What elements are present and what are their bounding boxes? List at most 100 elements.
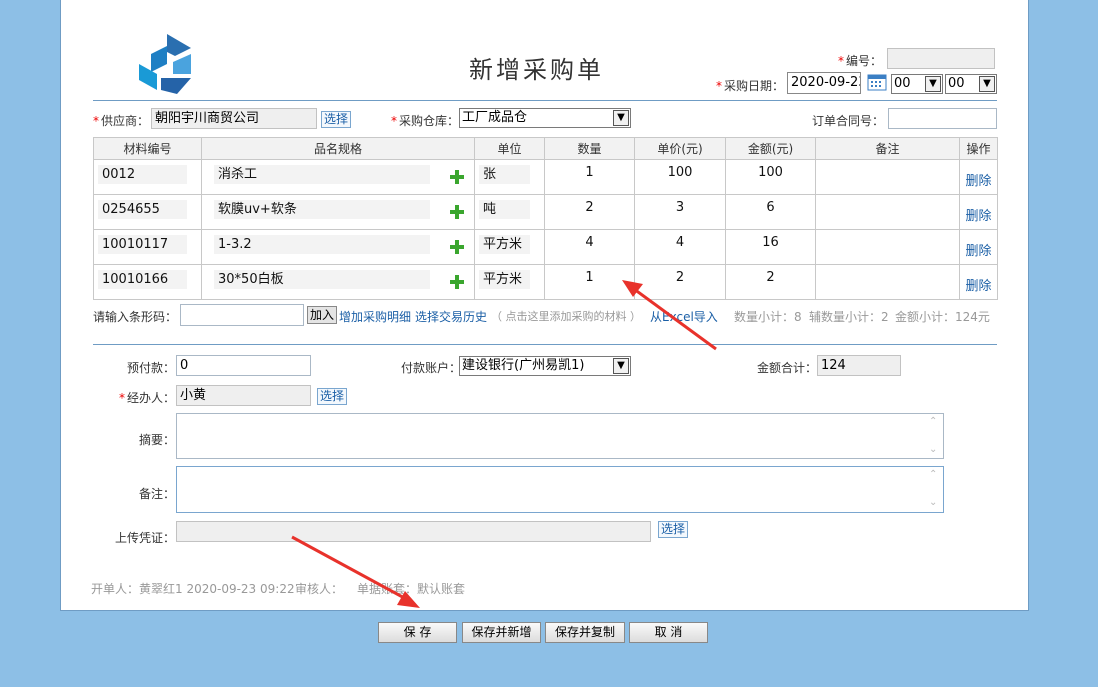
price-cell[interactable]: 100 — [634, 159, 726, 195]
divider — [93, 100, 997, 101]
price-cell[interactable]: 2 — [634, 264, 726, 300]
col-header-amount: 金额(元) — [725, 137, 816, 160]
chevron-down-icon: ▼ — [925, 76, 941, 92]
code-cell[interactable]: 10010117 — [93, 229, 202, 265]
handler-field[interactable]: 小黄 — [176, 385, 311, 406]
total-amount-label: 金额合计： — [757, 361, 818, 375]
table-row: 0012 消杀工 张 1 100 100 删除 — [93, 159, 998, 195]
warehouse-select[interactable]: 工厂成品仓 ▼ — [459, 108, 631, 128]
table-row: 10010166 30*50白板 平方米 1 2 2 删除 — [93, 264, 998, 300]
save-and-new-button[interactable]: 保存并新增 — [462, 622, 541, 643]
supplier-field[interactable]: 朝阳宇川商贸公司 — [151, 108, 317, 129]
col-header-qty: 数量 — [544, 137, 635, 160]
payment-account-label: 付款账户： — [401, 361, 462, 375]
history-link[interactable]: 选择交易历史 — [415, 308, 487, 325]
note-cell[interactable] — [815, 159, 960, 195]
scroll-down-icon[interactable]: ⌄ — [929, 444, 941, 455]
delete-link[interactable]: 删除 — [959, 229, 998, 265]
add-icon[interactable] — [450, 170, 464, 184]
upload-field[interactable] — [176, 521, 651, 542]
amount-cell: 6 — [725, 194, 816, 230]
price-cell[interactable]: 3 — [634, 194, 726, 230]
note-cell[interactable] — [815, 229, 960, 265]
handler-label: * 经办人： — [119, 391, 176, 405]
summary-textarea[interactable]: ⌃ ⌄ — [176, 413, 944, 459]
unit-cell[interactable]: 平方米 — [474, 229, 545, 265]
aux-qty-subtotal: 辅数量小计：2 — [809, 310, 889, 324]
qty-cell[interactable]: 1 — [544, 159, 635, 195]
delete-link[interactable]: 删除 — [959, 159, 998, 195]
note-cell[interactable] — [815, 264, 960, 300]
scroll-down-icon[interactable]: ⌄ — [929, 497, 941, 508]
chevron-down-icon: ▼ — [613, 358, 629, 374]
unit-cell[interactable]: 吨 — [474, 194, 545, 230]
upload-select-button[interactable]: 选择 — [658, 521, 689, 538]
payment-account-select[interactable]: 建设银行(广州易凯1) ▼ — [459, 356, 631, 376]
amount-cell: 2 — [725, 264, 816, 300]
chevron-down-icon: ▼ — [613, 110, 629, 126]
calendar-icon[interactable] — [867, 73, 887, 91]
save-button[interactable]: 保 存 — [378, 622, 457, 643]
qty-cell[interactable]: 4 — [544, 229, 635, 265]
note-cell[interactable] — [815, 194, 960, 230]
prepay-field[interactable]: 0 — [176, 355, 311, 376]
add-icon[interactable] — [450, 275, 464, 289]
unit-cell[interactable]: 张 — [474, 159, 545, 195]
remark-textarea[interactable]: ⌃ ⌄ — [176, 466, 944, 513]
add-hint: （ 点击这里添加采购的材料 ） — [491, 310, 641, 323]
summary-label: 摘要： — [139, 433, 176, 447]
amount-subtotal: 金额小计：124元 — [895, 310, 990, 324]
reviewer-info: 审核人： — [295, 582, 344, 596]
name-cell[interactable]: 软膜uv+软条 — [201, 194, 475, 230]
warehouse-label: * 采购仓库： — [391, 114, 460, 128]
delete-link[interactable]: 删除 — [959, 194, 998, 230]
code-cell[interactable]: 0012 — [93, 159, 202, 195]
code-cell[interactable]: 10010166 — [93, 264, 202, 300]
delete-link[interactable]: 删除 — [959, 264, 998, 300]
col-header-note: 备注 — [815, 137, 960, 160]
total-amount-field: 124 — [817, 355, 901, 376]
hour-select[interactable]: 00 ▼ — [891, 74, 943, 94]
name-cell[interactable]: 消杀工 — [201, 159, 475, 195]
chevron-down-icon: ▼ — [979, 76, 995, 92]
barcode-input[interactable] — [180, 304, 304, 326]
name-cell[interactable]: 1-3.2 — [201, 229, 475, 265]
save-and-copy-button[interactable]: 保存并复制 — [545, 622, 625, 643]
add-detail-link[interactable]: 增加采购明细 — [339, 308, 411, 325]
col-header-unit: 单位 — [474, 137, 545, 160]
col-header-code: 材料编号 — [93, 137, 202, 160]
supplier-select-button[interactable]: 选择 — [321, 111, 352, 128]
col-header-name: 品名规格 — [201, 137, 475, 160]
ledger-info: 单据账套：默认账套 — [357, 582, 466, 596]
prepay-label: 预付款： — [127, 361, 176, 375]
unit-cell[interactable]: 平方米 — [474, 264, 545, 300]
price-cell[interactable]: 4 — [634, 229, 726, 265]
code-cell[interactable]: 0254655 — [93, 194, 202, 230]
divider — [93, 344, 997, 345]
name-cell[interactable]: 30*50白板 — [201, 264, 475, 300]
handler-select-button[interactable]: 选择 — [317, 388, 348, 405]
contract-field[interactable] — [888, 108, 997, 129]
contract-label: 订单合同号： — [812, 114, 885, 128]
number-label: * 编号： — [838, 54, 883, 68]
excel-import-link[interactable]: 从Excel导入 — [650, 308, 718, 325]
number-field[interactable] — [887, 48, 995, 69]
remark-label: 备注： — [139, 487, 176, 501]
qty-cell[interactable]: 1 — [544, 264, 635, 300]
scroll-up-icon[interactable]: ⌃ — [929, 469, 941, 480]
add-icon[interactable] — [450, 240, 464, 254]
form-panel: 新增采购单 * 编号： * 采购日期： 2020-09-23 00 ▼ 00 ▼ * 供应… — [60, 0, 1029, 611]
purchase-date-field[interactable]: 2020-09-23 — [787, 72, 861, 94]
amount-cell: 100 — [725, 159, 816, 195]
amount-cell: 16 — [725, 229, 816, 265]
qty-cell[interactable]: 2 — [544, 194, 635, 230]
col-header-price: 单价(元) — [634, 137, 726, 160]
add-icon[interactable] — [450, 205, 464, 219]
minute-select[interactable]: 00 ▼ — [945, 74, 997, 94]
table-header-row: 材料编号 品名规格 单位 数量 单价(元) 金额(元) 备注 操作 — [93, 137, 998, 160]
purchase-date-label: * 采购日期： — [716, 79, 785, 93]
scroll-up-icon[interactable]: ⌃ — [929, 416, 941, 427]
cancel-button[interactable]: 取 消 — [629, 622, 708, 643]
barcode-add-button[interactable]: 加入 — [307, 306, 338, 324]
company-logo — [139, 34, 191, 94]
